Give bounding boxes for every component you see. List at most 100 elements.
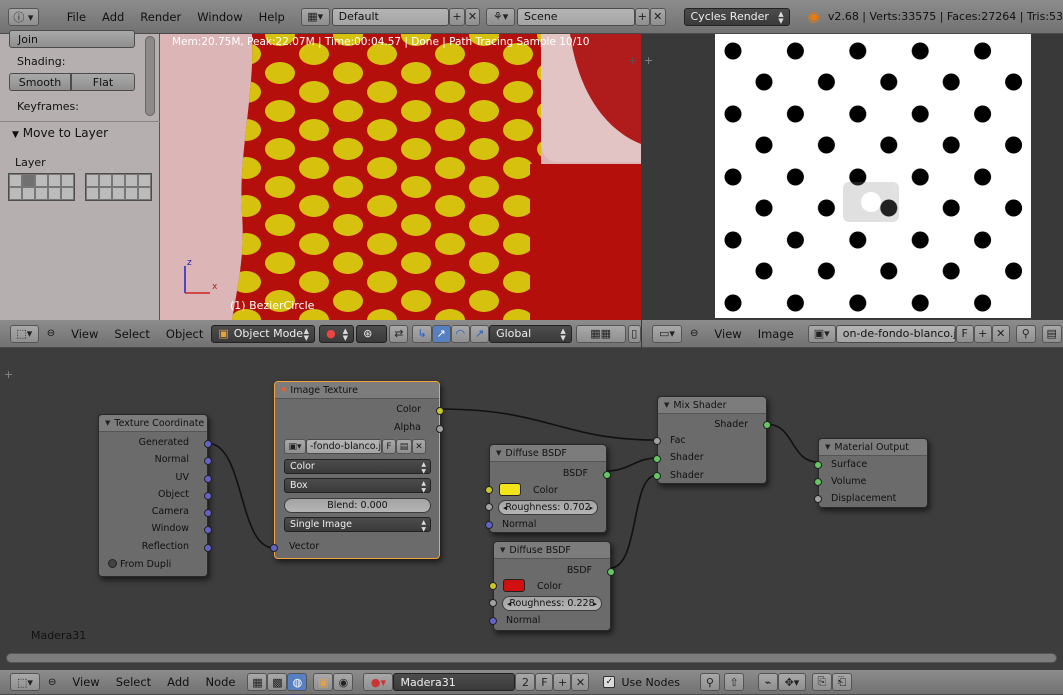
layer-cell[interactable]	[48, 174, 61, 187]
3d-viewport[interactable]: Mem:20.75M, Peak:22.07M | Time:00:04.57 …	[160, 34, 641, 320]
transform-orientation-icon[interactable]: ↗	[469, 324, 490, 343]
material-users-count[interactable]: 2	[515, 673, 536, 691]
pin-icon[interactable]: ⚲	[1015, 324, 1036, 343]
layer-cell[interactable]	[86, 174, 99, 187]
layer-cell[interactable]	[112, 174, 125, 187]
layer-grid-right[interactable]	[85, 173, 152, 201]
material-fake-user-button[interactable]: F	[535, 673, 554, 691]
layer-grid-left[interactable]	[8, 173, 75, 201]
socket-window[interactable]	[204, 526, 212, 534]
image-fake-user-button[interactable]: F	[955, 324, 974, 343]
socket-fac[interactable]	[653, 437, 661, 445]
flat-button[interactable]: Flat	[71, 73, 135, 91]
collapse-menu-icon[interactable]: ⊖	[47, 328, 55, 339]
socket-normal[interactable]	[485, 521, 493, 529]
layer-cell[interactable]	[61, 187, 74, 200]
menu-view[interactable]: View	[71, 327, 98, 341]
socket-color-input[interactable]	[485, 486, 493, 494]
layer-cell[interactable]	[112, 187, 125, 200]
layer-cell[interactable]	[86, 187, 99, 200]
socket-vector[interactable]	[270, 544, 278, 552]
horizontal-scrollbar[interactable]	[6, 653, 1057, 663]
orientation-dropdown[interactable]: Global ▲ ▼	[489, 324, 572, 343]
menu-view[interactable]: View	[714, 327, 741, 341]
layer-cell[interactable]	[48, 187, 61, 200]
scene-field[interactable]: Scene	[517, 7, 635, 26]
layer-cell[interactable]	[35, 174, 48, 187]
slider-right-arrow-icon[interactable]: ▸	[589, 504, 593, 512]
copy-nodes-icon[interactable]: ⎘	[811, 673, 832, 691]
3d-view-editor-type-button[interactable]: ⬚▾	[10, 324, 39, 343]
color-space-dropdown[interactable]: Color ▲ ▼	[284, 459, 431, 475]
compositing-nodes-icon[interactable]: ◍	[287, 673, 308, 691]
node-header[interactable]: ▼ Texture Coordinate	[99, 415, 207, 432]
manipulator-toggle-icon[interactable]: ⇄	[389, 324, 409, 343]
snap-element-icon[interactable]: ✥▾	[777, 673, 806, 691]
projection-dropdown[interactable]: Box ▲ ▼	[284, 478, 431, 494]
node-header[interactable]: ▼ Image Texture	[275, 382, 439, 399]
slider-left-arrow-icon[interactable]: ◂	[507, 600, 511, 608]
paste-nodes-icon[interactable]: ⎗	[831, 673, 852, 691]
menu-node[interactable]: Node	[205, 675, 235, 689]
panel-scrollbar[interactable]	[145, 36, 155, 116]
object-shader-icon[interactable]: ▣	[313, 673, 334, 691]
viewport-shading-dropdown[interactable]: ● ▲ ▼	[319, 324, 355, 343]
socket-camera[interactable]	[204, 509, 212, 517]
collapse-menu-icon[interactable]: ⊖	[690, 328, 698, 339]
screen-layout-icon[interactable]: ▦▾	[300, 7, 330, 26]
socket-normal[interactable]	[489, 617, 497, 625]
open-image-icon[interactable]: ▤	[396, 439, 412, 454]
extension-dropdown[interactable]: Single Image ▲ ▼	[284, 517, 431, 533]
socket-shader-2[interactable]	[653, 472, 661, 480]
layer-cell[interactable]	[9, 174, 22, 187]
smooth-button[interactable]: Smooth	[9, 73, 71, 91]
socket-reflection[interactable]	[204, 544, 212, 552]
collapse-menu-icon[interactable]: ⊖	[48, 677, 56, 688]
remove-scene-button[interactable]: ✕	[650, 7, 666, 26]
add-layout-button[interactable]: +	[449, 7, 465, 26]
area-split-handle-icon[interactable]: +	[644, 54, 653, 67]
socket-shader-1[interactable]	[653, 455, 661, 463]
parent-node-tree-icon[interactable]: ⇧	[723, 673, 744, 691]
mix-shader-node[interactable]: ▼ Mix Shader Shader Fac Shader Shader	[653, 396, 771, 484]
menu-object[interactable]: Object	[166, 327, 203, 341]
remove-layout-button[interactable]: ✕	[464, 7, 481, 26]
menu-select[interactable]: Select	[116, 675, 151, 689]
material-output-node[interactable]: ▼ Material Output Surface Volume Displace…	[814, 438, 928, 508]
socket-roughness[interactable]	[485, 503, 493, 511]
slider-left-arrow-icon[interactable]: ◂	[503, 504, 507, 512]
image-texture-node[interactable]: ▼ Image Texture Color Alpha ▣▾ -fondo-bla…	[270, 381, 444, 559]
lock-layers-icon[interactable]: ▯	[627, 324, 641, 343]
move-to-layer-header[interactable]: ▼ Move to Layer	[12, 126, 108, 140]
menu-file[interactable]: File	[67, 10, 86, 24]
layers-toggle-icon[interactable]: ▦▦	[575, 324, 626, 343]
layer-cell[interactable]	[125, 174, 138, 187]
layer-cell[interactable]	[22, 174, 35, 187]
unlink-material-button[interactable]: ✕	[571, 673, 590, 691]
translate-manipulator-icon[interactable]: ↳	[412, 324, 432, 343]
socket-color[interactable]	[436, 407, 444, 415]
node-header[interactable]: ▼ Diffuse BSDF	[490, 445, 606, 462]
menu-help[interactable]: Help	[259, 10, 285, 24]
layer-cell[interactable]	[61, 174, 74, 187]
socket-color-input[interactable]	[489, 582, 497, 590]
from-dupli-checkbox[interactable]: From Dupli	[108, 559, 171, 570]
color-swatch[interactable]	[503, 579, 525, 592]
menu-window[interactable]: Window	[197, 10, 242, 24]
node-header[interactable]: ▼ Mix Shader	[658, 397, 766, 414]
socket-volume[interactable]	[814, 478, 822, 486]
material-name-field[interactable]: Madera31	[393, 673, 516, 691]
new-image-button[interactable]: +	[973, 324, 992, 343]
material-browse-icon[interactable]: ●▾	[363, 673, 394, 691]
socket-normal[interactable]	[204, 457, 212, 465]
menu-select[interactable]: Select	[114, 327, 149, 341]
menu-add[interactable]: Add	[167, 675, 189, 689]
info-editor-type-button[interactable]: ⓘ ▾	[8, 7, 39, 26]
image-name-field[interactable]: -fondo-blanco.jpg	[306, 439, 382, 454]
layer-cell[interactable]	[138, 174, 151, 187]
socket-bsdf[interactable]	[607, 568, 615, 576]
scale-manipulator-icon[interactable]: ◠	[450, 324, 470, 343]
join-button[interactable]: Join	[9, 30, 135, 48]
node-editor[interactable]: + ▼ Texture Coordinate Generated Normal U…	[0, 348, 1063, 670]
socket-roughness[interactable]	[489, 599, 497, 607]
